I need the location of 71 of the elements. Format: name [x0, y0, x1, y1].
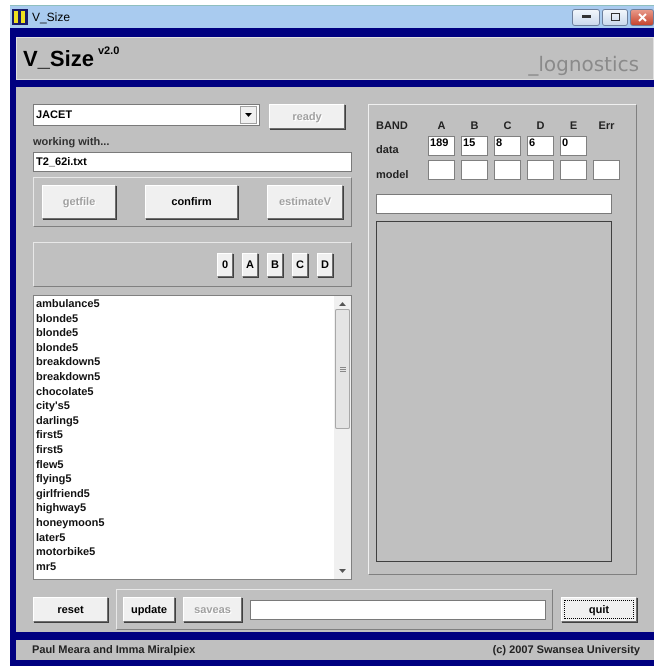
app-title: V_Size: [23, 46, 94, 72]
copyright-text: (c) 2007 Swansea University: [492, 644, 640, 656]
scrollbar-thumb[interactable]: [335, 309, 350, 429]
model-field[interactable]: [494, 160, 521, 180]
list-item[interactable]: girlfriend5: [36, 486, 334, 502]
file-field[interactable]: T2_62i.txt: [33, 152, 352, 172]
list-item[interactable]: city's5: [36, 399, 334, 414]
data-field[interactable]: 15: [461, 136, 488, 156]
list-item[interactable]: motorbike5: [36, 545, 334, 560]
band-label: BAND: [376, 120, 409, 132]
band-button[interactable]: A: [242, 252, 258, 276]
authors-text: Paul Meara and Imma Miralpiex: [32, 644, 196, 656]
list-item[interactable]: highway5: [36, 501, 334, 516]
maximize-button[interactable]: [602, 8, 628, 26]
data-field[interactable]: 189: [428, 136, 455, 156]
column-header: B: [470, 120, 480, 132]
list-item[interactable]: flew5: [36, 458, 334, 472]
list-item[interactable]: blonde5: [36, 340, 334, 356]
band-button[interactable]: D: [317, 252, 333, 276]
column-header: D: [536, 120, 546, 132]
column-header: Err: [598, 120, 616, 132]
band-button[interactable]: C: [292, 252, 308, 276]
maximize-icon: [610, 13, 620, 21]
list-item[interactable]: breakdown5: [36, 355, 334, 370]
list-item[interactable]: blonde5: [36, 312, 334, 326]
list-item[interactable]: first5: [36, 428, 334, 443]
data-field[interactable]: 6: [527, 136, 554, 156]
model-field[interactable]: [428, 160, 455, 180]
reset-button[interactable]: reset: [33, 597, 108, 622]
working-label: working with...: [33, 135, 110, 149]
model-field[interactable]: [461, 160, 488, 180]
model-field[interactable]: [593, 160, 620, 180]
list-item[interactable]: breakdown5: [36, 370, 334, 385]
scroll-up-icon: [339, 302, 346, 306]
window-title: V_Size: [32, 10, 70, 24]
update-button[interactable]: update: [123, 597, 175, 622]
scroll-down-icon: [339, 569, 346, 573]
list-dropdown[interactable]: JACET: [33, 104, 260, 126]
column-header: C: [502, 120, 512, 132]
close-icon: [638, 12, 646, 22]
list-item[interactable]: chocolate5: [36, 384, 334, 400]
row-label: model: [376, 169, 410, 181]
quit-button[interactable]: quit: [561, 597, 637, 622]
model-field[interactable]: [527, 160, 554, 180]
list-item[interactable]: honeymoon5: [36, 516, 334, 530]
data-field[interactable]: 8: [494, 136, 521, 156]
minimize-button[interactable]: [572, 8, 600, 26]
list-item[interactable]: mr5: [36, 560, 334, 574]
list-item[interactable]: flying5: [36, 472, 334, 487]
list-item[interactable]: ambulance5: [36, 297, 334, 312]
version-label: v2.0: [98, 44, 120, 56]
word-list[interactable]: ambulance5 blonde5 blonde5 blonde5 breakdown5 breakdown5 chocolate5 city's5 darling5 first5 first5 flew5 flying5 girlfriend5 highway5 honeymoon5 later5 motorbike5 mr5: [33, 295, 352, 580]
list-item[interactable]: darling5: [36, 414, 334, 428]
app-icon: [12, 9, 28, 25]
column-header: E: [568, 120, 578, 132]
list-item[interactable]: first5: [36, 442, 334, 458]
list-item[interactable]: blonde5: [36, 326, 334, 341]
filename-field[interactable]: [250, 600, 546, 620]
row-label: data: [376, 144, 400, 156]
band-button[interactable]: B: [267, 252, 283, 276]
result-field[interactable]: [376, 194, 612, 214]
minimize-icon: [582, 15, 590, 19]
action-button[interactable]: confirm: [145, 185, 238, 219]
caret-icon: [245, 113, 252, 117]
data-field[interactable]: 0: [560, 136, 587, 156]
column-header: A: [436, 120, 446, 132]
band-button[interactable]: 0: [217, 252, 233, 276]
grip-icon: [340, 366, 346, 372]
list-item[interactable]: later5: [36, 530, 334, 546]
model-field[interactable]: [560, 160, 587, 180]
close-button[interactable]: [630, 8, 654, 26]
